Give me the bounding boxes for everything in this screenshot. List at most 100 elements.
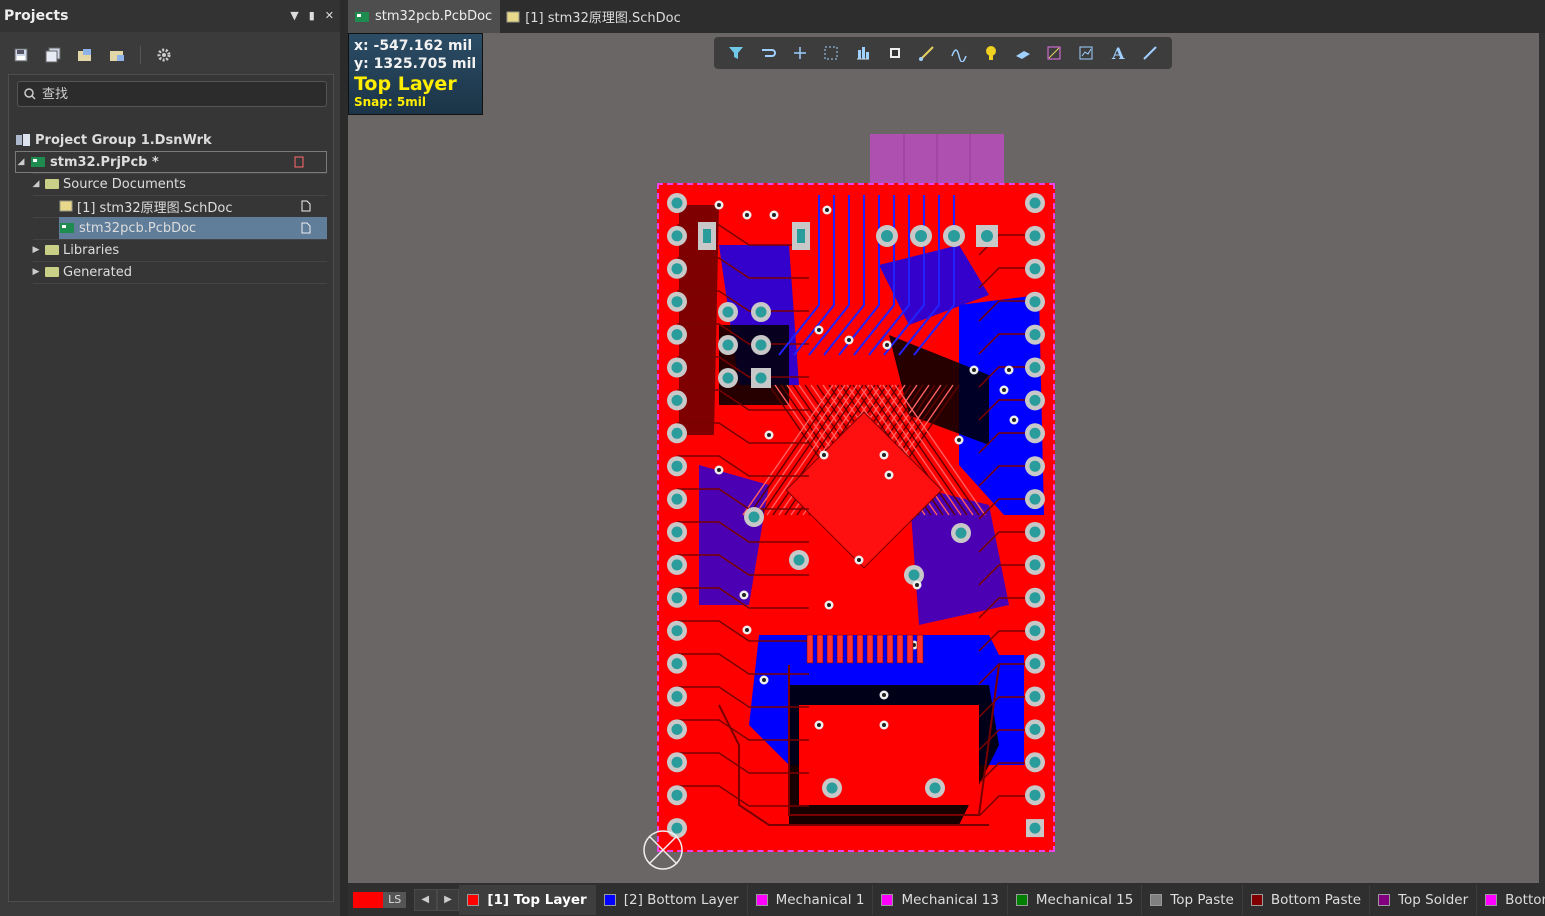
schematic-doc-icon — [506, 11, 520, 22]
panel-title: Projects — [4, 8, 69, 24]
layer-tab-bar: LS ◀ ▶ [1] Top Layer [2] Bottom Layer Me… — [348, 883, 1545, 916]
layer-color-swatch — [603, 893, 616, 906]
layer-tab-label: Mechanical 13 — [901, 891, 999, 908]
expand-arrow-icon[interactable]: ▶ — [31, 267, 41, 277]
layer-tab-bottom-layer[interactable]: [2] Bottom Layer — [596, 884, 748, 915]
layer-tab-top-solder[interactable]: Top Solder — [1370, 884, 1478, 915]
layer-tab-label: Bottom Paste — [1270, 891, 1362, 908]
tree-item-label: Generated — [63, 264, 132, 280]
close-icon[interactable]: ✕ — [325, 9, 334, 22]
panel-menu-icon[interactable]: ▼ — [290, 9, 298, 22]
layer-tab-label: Mechanical 1 — [775, 891, 865, 908]
layer-color-swatch — [1150, 893, 1163, 906]
svg-text:A: A — [1111, 44, 1125, 62]
layer-color-swatch — [467, 893, 480, 906]
layer-tab-label: Top Solder — [1398, 891, 1469, 908]
pcb-workspace[interactable]: x: -547.162 mil y: 1325.705 mil Top Laye… — [348, 33, 1539, 883]
folder-icon — [45, 179, 59, 189]
layer-tab-label: [1] Top Layer — [487, 891, 587, 908]
text-icon[interactable]: A — [1109, 44, 1127, 62]
diff-pair-icon[interactable] — [950, 44, 968, 62]
pcb-doc-icon — [355, 11, 369, 22]
select-rect-icon[interactable] — [822, 44, 840, 62]
workspace-edge — [1539, 33, 1545, 883]
component-icon[interactable] — [886, 44, 904, 62]
x-coordinate: x: -547.162 mil — [354, 38, 473, 54]
folder-icon — [45, 267, 59, 277]
interactive-route-icon[interactable] — [918, 44, 936, 62]
pcb-board[interactable] — [657, 183, 1055, 852]
layer-color-swatch — [1485, 893, 1498, 906]
dimension-icon[interactable] — [1077, 44, 1095, 62]
pin-icon[interactable]: ▮ — [309, 9, 315, 22]
via-pin-icon[interactable] — [982, 44, 1000, 62]
collapse-arrow-icon[interactable]: ◢ — [31, 179, 41, 189]
add-to-project-icon[interactable] — [108, 46, 126, 64]
filter-icon[interactable] — [727, 44, 745, 62]
tree-item-label: stm32.PrjPcb * — [50, 154, 159, 170]
current-layer: Top Layer — [354, 73, 457, 95]
collapse-arrow-icon[interactable]: ◢ — [16, 157, 26, 167]
document-icon — [301, 222, 311, 234]
expand-arrow-icon[interactable]: ▶ — [31, 245, 41, 255]
search-input[interactable] — [42, 86, 312, 102]
tree-item-pcbdoc[interactable]: stm32pcb.PcbDoc — [59, 217, 327, 239]
current-layer-swatch[interactable] — [353, 891, 384, 908]
altium-designer-window: Projects ▼ ▮ ✕ 查找 Project Group 1.DsnWrk… — [0, 0, 1545, 916]
origin-marker-icon — [643, 830, 683, 870]
search-icon — [24, 88, 36, 100]
layer-tab-label: Mechanical 15 — [1035, 891, 1134, 908]
layer-tab-bottom-solder[interactable]: Bottom Solder — [1477, 885, 1545, 915]
layer-tab-label: Bottom Solder — [1505, 891, 1545, 908]
tree-item-schdoc[interactable]: [1] stm32原理图.SchDoc — [59, 195, 327, 217]
gear-icon[interactable] — [155, 46, 173, 64]
pcb-doc-icon — [60, 223, 74, 233]
scroll-right-icon[interactable]: ▶ — [436, 888, 460, 911]
layer-color-swatch — [1378, 893, 1391, 906]
keepout-icon[interactable] — [1045, 44, 1063, 62]
panel-toolbar — [12, 46, 173, 64]
save-all-icon[interactable] — [44, 46, 62, 64]
tree-item-project-group[interactable]: Project Group 1.DsnWrk — [15, 129, 212, 151]
align-icon[interactable] — [854, 44, 872, 62]
layer-tab-top-layer[interactable]: [1] Top Layer — [459, 884, 596, 915]
layer-tab-mechanical-15[interactable]: Mechanical 15 — [1008, 884, 1143, 915]
scroll-left-icon[interactable]: ◀ — [413, 888, 437, 911]
layer-set-button[interactable]: LS — [383, 891, 407, 908]
crosshair-icon[interactable] — [791, 44, 809, 62]
layer-tab-mechanical-13[interactable]: Mechanical 13 — [873, 884, 1008, 915]
pcb-project-icon — [31, 157, 45, 167]
save-icon[interactable] — [12, 46, 30, 64]
layer-color-swatch — [1250, 893, 1263, 906]
layer-color-swatch — [755, 893, 768, 906]
tab-pcbdoc[interactable]: stm32pcb.PcbDoc — [348, 0, 501, 33]
project-tree-container: Project Group 1.DsnWrk ◢ stm32.PrjPcb * … — [8, 74, 334, 902]
line-icon[interactable] — [1141, 44, 1159, 62]
tree-item-label: Project Group 1.DsnWrk — [35, 132, 212, 148]
layer-tab-bottom-paste[interactable]: Bottom Paste — [1243, 884, 1371, 915]
schematic-doc-icon — [59, 200, 73, 212]
connector-keepout-area — [870, 134, 1004, 185]
tab-schdoc[interactable]: [1] stm32原理图.SchDoc — [500, 0, 689, 33]
layer-tab-top-paste[interactable]: Top Paste — [1142, 884, 1243, 915]
layer-color-swatch — [1015, 893, 1028, 906]
layer-tab-mechanical-1[interactable]: Mechanical 1 — [748, 884, 874, 915]
tree-item-generated[interactable]: ▶ Generated — [31, 261, 132, 283]
polygon-pour-icon[interactable] — [1014, 44, 1032, 62]
modified-doc-icon — [294, 156, 304, 168]
tree-item-source-documents[interactable]: ◢ Source Documents — [31, 173, 186, 195]
layer-tab-label: [2] Bottom Layer — [623, 891, 739, 908]
tab-label: stm32pcb.PcbDoc — [375, 9, 493, 24]
pcb-artwork — [667, 193, 1045, 839]
layer-tabs: [1] Top Layer [2] Bottom Layer Mechanica… — [459, 884, 1545, 915]
layer-tab-label: Top Paste — [1170, 891, 1234, 908]
open-project-icon[interactable] — [76, 46, 94, 64]
folder-icon — [45, 245, 59, 255]
y-coordinate: y: 1325.705 mil — [354, 56, 477, 72]
tree-item-project[interactable]: ◢ stm32.PrjPcb * — [15, 151, 327, 173]
tab-label: [1] stm32原理图.SchDoc — [525, 11, 681, 26]
tree-item-libraries[interactable]: ▶ Libraries — [31, 239, 120, 261]
route-icon[interactable] — [759, 44, 777, 62]
search-box[interactable] — [17, 81, 327, 107]
coordinate-readout: x: -547.162 mil y: 1325.705 mil Top Laye… — [348, 33, 483, 115]
